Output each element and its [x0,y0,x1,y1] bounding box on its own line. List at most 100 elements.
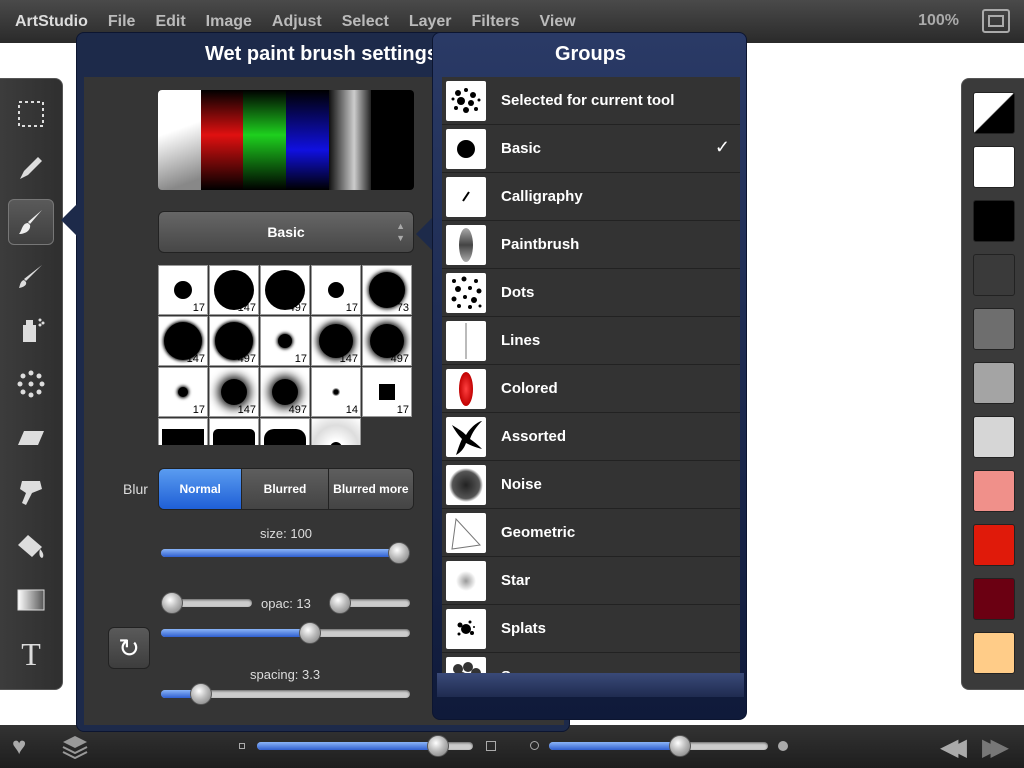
brush-cell[interactable] [260,418,310,445]
blur-normal-button[interactable]: Normal [159,469,243,509]
spacing-slider[interactable] [161,683,410,705]
group-row[interactable]: Lines [442,317,740,365]
group-row[interactable]: Selected for current tool [442,77,740,125]
text-tool-icon[interactable]: T [8,631,54,677]
brush-cell[interactable]: 17 [362,367,412,417]
brush-cell[interactable]: 497 [260,265,310,315]
app-name[interactable]: ArtStudio [15,13,88,31]
group-row[interactable]: Calligraphy [442,173,740,221]
group-row[interactable]: Star [442,557,740,605]
menu-select[interactable]: Select [342,13,389,31]
rewind-icon[interactable]: ◀◀ [940,733,967,762]
heart-icon[interactable]: ♥ [12,733,26,761]
group-row[interactable]: Basic ✓ [442,125,740,173]
pencil-tool-icon[interactable] [8,145,54,191]
slider-knob[interactable] [388,542,410,564]
brush-cell[interactable] [311,418,361,445]
brush-cell[interactable]: 147 [311,316,361,366]
brush-cell[interactable]: 14 [311,367,361,417]
color-swatch[interactable] [973,308,1015,350]
color-swatch[interactable] [973,632,1015,674]
refresh-icon[interactable]: ↻ [108,627,150,669]
brush-cell[interactable]: 497 [260,367,310,417]
menu-view[interactable]: View [540,13,576,31]
brush-tip [272,379,298,405]
opacity-min-slider[interactable] [161,592,252,614]
menu-filters[interactable]: Filters [472,13,520,31]
brush-cell[interactable] [158,418,208,445]
size-slider[interactable] [161,542,410,564]
group-row[interactable]: Geometric [442,509,740,557]
group-label: Calligraphy [501,188,583,205]
brush-size-slider[interactable] [257,735,473,757]
slider-knob[interactable] [189,683,212,705]
fg-bg-color-swatch[interactable] [973,92,1015,134]
layers-icon[interactable] [62,733,88,759]
brush-cell[interactable]: 147 [209,265,259,315]
blur-blurred-button[interactable]: Blurred [242,469,329,509]
group-row[interactable]: Dots [442,269,740,317]
group-row[interactable]: Noise [442,461,740,509]
brush-cell[interactable]: 17 [260,316,310,366]
brush-tool-icon[interactable] [8,199,54,245]
brush-preview [158,90,414,190]
slider-knob[interactable] [161,592,183,614]
brush-opacity-slider[interactable] [549,735,768,757]
color-swatch[interactable] [973,524,1015,566]
smudge-brush-icon[interactable] [8,253,54,299]
blur-segmented-control: Normal Blurred Blurred more [158,468,414,510]
gradient-tool-icon[interactable] [8,577,54,623]
brush-cell[interactable] [209,418,259,445]
group-label: Noise [501,476,542,493]
brush-group-select[interactable]: Basic ▲ ▼ [158,211,414,253]
brush-cell[interactable]: 147 [158,316,208,366]
zoom-level[interactable]: 100% [918,12,959,30]
group-row[interactable]: Assorted [442,413,740,461]
brush-cell[interactable]: 73 [362,265,412,315]
brush-tip [264,429,306,445]
smudge-finger-icon[interactable] [8,469,54,515]
color-swatch[interactable] [973,470,1015,512]
slider-knob[interactable] [669,735,692,757]
selection-tool-icon[interactable] [8,91,54,137]
opacity-max-slider[interactable] [329,592,410,614]
slider-knob[interactable] [427,735,450,757]
brush-cell[interactable]: 17 [311,265,361,315]
brush-tip [213,429,255,445]
eraser-tool-icon[interactable] [8,415,54,461]
group-row[interactable]: Sponges [442,653,740,675]
color-swatch[interactable] [973,578,1015,620]
opacity-slider[interactable] [161,622,410,644]
brush-cell[interactable]: 497 [362,316,412,366]
brush-cell[interactable]: 17 [158,265,208,315]
color-swatch[interactable] [973,254,1015,296]
paint-bucket-icon[interactable] [8,523,54,569]
menu-edit[interactable]: Edit [155,13,185,31]
blur-more-button[interactable]: Blurred more [328,469,413,509]
group-row[interactable]: Paintbrush [442,221,740,269]
spray-can-icon[interactable] [8,307,54,353]
menu-file[interactable]: File [108,13,136,31]
forward-icon[interactable]: ▶▶ [982,733,1009,762]
dots-tool-icon[interactable] [8,361,54,407]
brush-cell[interactable]: 147 [209,367,259,417]
fullscreen-icon[interactable] [982,9,1010,33]
group-row[interactable]: Colored [442,365,740,413]
group-label: Colored [501,380,558,397]
brush-cell[interactable]: 497 [209,316,259,366]
brush-size-number: 17 [345,302,358,314]
group-row[interactable]: Splats [442,605,740,653]
menu-image[interactable]: Image [206,13,252,31]
color-swatch[interactable] [973,362,1015,404]
color-swatch[interactable] [973,200,1015,242]
brush-size-number: 497 [390,353,409,365]
color-swatch[interactable] [973,416,1015,458]
slider-knob[interactable] [329,592,351,614]
slider-knob[interactable] [299,622,322,644]
menu-layer[interactable]: Layer [409,13,452,31]
color-swatch[interactable] [973,146,1015,188]
menu-adjust[interactable]: Adjust [272,13,322,31]
group-label: Basic [501,140,542,157]
group-thumbnail-icon [446,80,486,121]
brush-cell[interactable]: 17 [158,367,208,417]
